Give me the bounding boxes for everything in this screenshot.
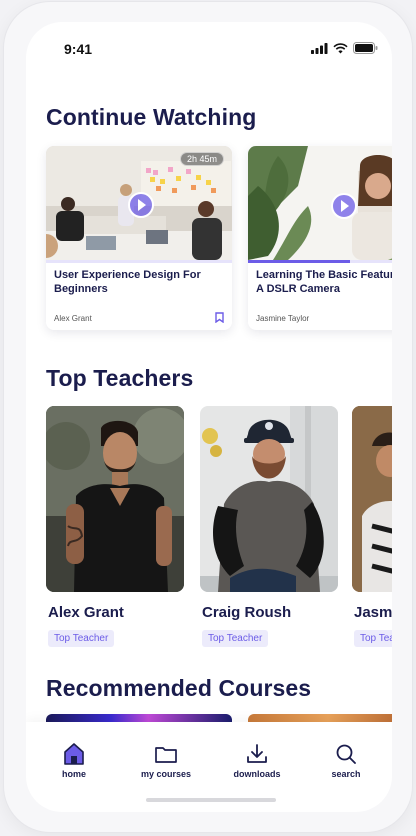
tab-home[interactable]: home — [34, 742, 114, 779]
teacher-name: Jasmine — [354, 604, 392, 621]
tab-label: downloads — [233, 769, 281, 779]
top-teacher-badge: Top Teacher — [202, 630, 269, 647]
download-icon[interactable] — [245, 742, 269, 766]
teacher-name: Alex Grant — [48, 604, 124, 621]
progress-track — [46, 260, 232, 263]
tab-downloads[interactable]: downloads — [217, 742, 297, 779]
course-thumbnail[interactable] — [248, 146, 392, 260]
teacher-photo[interactable] — [46, 406, 184, 592]
app-screen: 9:41 Continue Watching 2h 45m User Exper… — [26, 22, 392, 812]
phone-frame: 9:41 Continue Watching 2h 45m User Exper… — [4, 2, 412, 832]
bookmark-icon[interactable] — [215, 312, 224, 323]
tab-search[interactable]: search — [306, 742, 386, 779]
course-card[interactable]: Learning The Basic Features of A DSLR Ca… — [248, 146, 392, 330]
course-thumbnail[interactable]: 2h 45m — [46, 146, 232, 260]
top-teacher-badge: Top Teacher — [48, 630, 115, 647]
battery-icon — [353, 42, 378, 54]
teacher-name: Craig Roush — [202, 604, 292, 621]
course-title: Learning The Basic Features of A DSLR Ca… — [256, 269, 392, 295]
course-title: User Experience Design For Beginners — [54, 269, 201, 295]
top-teacher-badge: Top Teacher — [354, 630, 392, 647]
search-icon[interactable] — [334, 742, 358, 766]
top-teachers-heading: Top Teachers — [46, 365, 194, 391]
continue-watching-heading: Continue Watching — [46, 104, 257, 130]
wifi-icon — [333, 42, 348, 53]
status-time: 9:41 — [64, 41, 93, 57]
status-icons — [311, 42, 378, 54]
course-author: Jasmine Taylor — [256, 314, 310, 323]
tab-label: my courses — [140, 769, 192, 779]
tab-my-courses[interactable]: my courses — [126, 742, 206, 779]
continue-watching-list[interactable]: 2h 45m User Experience Design For Beginn… — [46, 146, 392, 331]
home-indicator — [146, 798, 276, 802]
tab-label: search — [331, 769, 361, 779]
play-icon[interactable] — [128, 192, 154, 218]
folder-icon[interactable] — [154, 742, 178, 766]
duration-badge: 2h 45m — [179, 152, 224, 166]
teacher-photo[interactable] — [200, 406, 338, 592]
progress-track — [248, 260, 392, 263]
home-icon[interactable] — [63, 742, 85, 766]
play-icon[interactable] — [331, 193, 357, 219]
tab-label: home — [61, 769, 86, 779]
course-author: Alex Grant — [54, 314, 92, 323]
course-card[interactable]: 2h 45m User Experience Design For Beginn… — [46, 146, 232, 330]
teacher-photo[interactable] — [352, 406, 392, 592]
progress-fill — [248, 260, 351, 263]
signal-icon — [311, 42, 328, 54]
recommended-courses-heading: Recommended Courses — [46, 675, 312, 701]
